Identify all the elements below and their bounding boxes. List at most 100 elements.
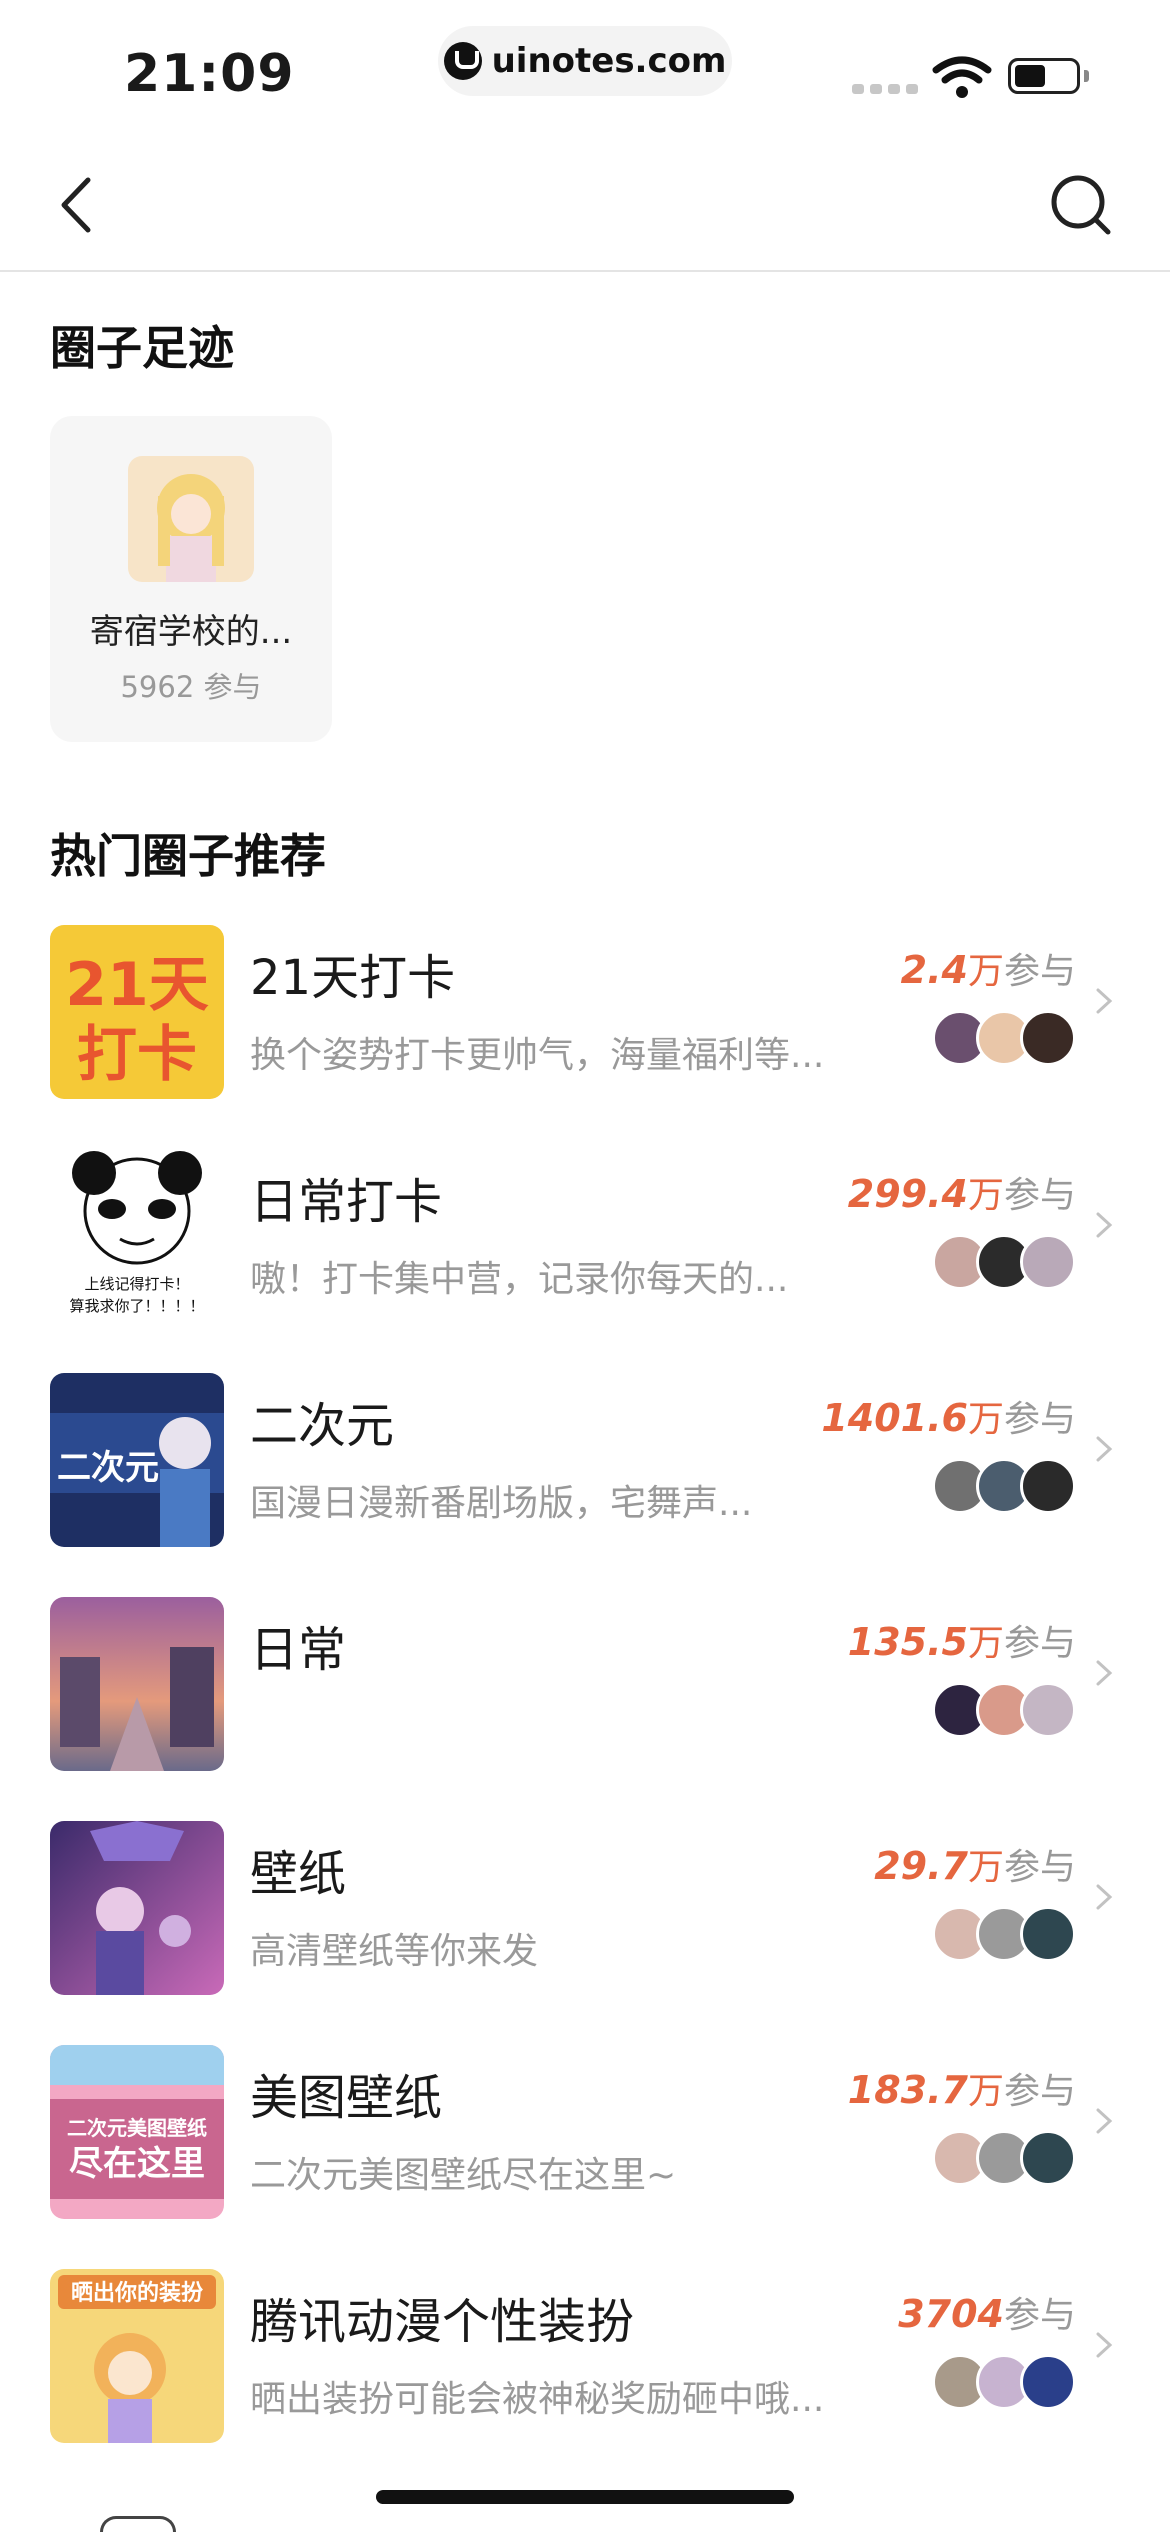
- circle-title: 21天打卡: [250, 950, 456, 1006]
- participant-count: 183.7万参与: [848, 2062, 1076, 2114]
- home-indicator: [376, 2490, 794, 2504]
- count-number: 1401.6: [821, 1396, 968, 1440]
- avatar: [1020, 1234, 1076, 1290]
- circle-title: 腾讯动漫个性装扮: [250, 2294, 635, 2350]
- count-number: 2.4: [900, 948, 968, 992]
- cellular-signal-icon: [852, 84, 918, 94]
- svg-text:尽在这里: 尽在这里: [69, 2144, 205, 2184]
- svg-text:上线记得打卡！: 上线记得打卡！: [84, 1275, 189, 1293]
- avatar: [1020, 2354, 1076, 2410]
- url-pill: uinotes.com: [438, 26, 732, 96]
- count-number: 183.7: [847, 2068, 968, 2112]
- count-suffix: 参与: [1003, 2071, 1076, 2112]
- footprint-name: 寄宿学校的...: [89, 612, 293, 652]
- circle-desc: 换个姿势打卡更帅气，海量福利等...: [250, 1035, 825, 1076]
- count-unit: 万: [967, 2071, 1004, 2112]
- circle-title: 日常: [250, 1622, 347, 1678]
- footprint-section-title: 圈子足迹: [50, 321, 234, 375]
- footprint-thumbnail: [128, 456, 254, 582]
- member-avatars: [932, 1010, 1076, 1070]
- status-time: 21:09: [124, 44, 295, 104]
- avatar: [1020, 1458, 1076, 1514]
- battery-icon: [1008, 58, 1080, 94]
- svg-text:算我求你了！！！！: 算我求你了！！！！: [69, 1297, 204, 1315]
- participant-count: 29.7万参与: [874, 1838, 1076, 1890]
- count-suffix: 参与: [1003, 2295, 1076, 2336]
- circle-desc: 二次元美图壁纸尽在这里~: [250, 2155, 677, 2196]
- circle-row[interactable]: 上线记得打卡！ 算我求你了！！！！ 日常打卡 嗷！打卡集中营，记录你每天的...…: [0, 1134, 1170, 1358]
- circle-thumbnail: 二次元: [50, 1373, 224, 1547]
- circle-desc: 高清壁纸等你来发: [250, 1931, 539, 1972]
- circle-thumbnail: [50, 1821, 224, 1995]
- chevron-right-icon: [1096, 2332, 1113, 2358]
- circle-desc: 晒出装扮可能会被神秘奖励砸中哦...: [250, 2379, 825, 2420]
- count-suffix: 参与: [1003, 1847, 1076, 1888]
- count-unit: 万: [967, 951, 1004, 992]
- count-suffix: 参与: [1003, 1623, 1076, 1664]
- circle-thumbnail: 21天 打卡: [50, 925, 224, 1099]
- participant-count: 1401.6万参与: [821, 1390, 1076, 1442]
- circle-thumbnail: [50, 1597, 224, 1771]
- count-suffix: 参与: [1003, 1175, 1076, 1216]
- svg-text:二次元: 二次元: [57, 1448, 159, 1488]
- circle-desc: 国漫日漫新番剧场版，宅舞声...: [250, 1483, 753, 1524]
- count-number: 299.4: [847, 1172, 968, 1216]
- circle-row[interactable]: 日常 135.5万参与: [0, 1582, 1170, 1806]
- participant-count: 299.4万参与: [848, 1166, 1076, 1218]
- avatar: [1020, 2130, 1076, 2186]
- circle-title: 二次元: [250, 1398, 395, 1454]
- count-number: 135.5: [847, 1620, 968, 1664]
- avatar: [1020, 1682, 1076, 1738]
- count-unit: 万: [967, 1623, 1004, 1664]
- count-unit: 万: [967, 1847, 1004, 1888]
- circle-row[interactable]: 二次元美图壁纸 尽在这里 美图壁纸 二次元美图壁纸尽在这里~ 183.7万参与: [0, 2030, 1170, 2254]
- count-unit: 万: [967, 1399, 1004, 1440]
- svg-text:二次元美图壁纸: 二次元美图壁纸: [67, 2116, 207, 2140]
- circle-row[interactable]: 晒出你的装扮 腾讯动漫个性装扮 晒出装扮可能会被神秘奖励砸中哦... 3704参…: [0, 2254, 1170, 2478]
- count-unit: 万: [967, 1175, 1004, 1216]
- battery-tip: [1084, 70, 1089, 82]
- avatar: [1020, 1010, 1076, 1066]
- circle-row[interactable]: 21天 打卡 21天打卡 换个姿势打卡更帅气，海量福利等... 2.4万参与: [0, 910, 1170, 1134]
- count-number: 29.7: [874, 1844, 968, 1888]
- circle-row[interactable]: 二次元 二次元 国漫日漫新番剧场版，宅舞声... 1401.6万参与: [0, 1358, 1170, 1582]
- chevron-right-icon: [1096, 2108, 1113, 2134]
- member-avatars: [932, 1682, 1076, 1742]
- footprint-count: 5962 参与: [120, 670, 262, 704]
- circle-thumbnail: 上线记得打卡！ 算我求你了！！！！: [50, 1149, 224, 1323]
- avatar: [1020, 1906, 1076, 1962]
- circle-title: 壁纸: [250, 1846, 347, 1902]
- chevron-right-icon: [1096, 1660, 1113, 1686]
- url-text: uinotes.com: [491, 41, 727, 81]
- circle-row[interactable]: 壁纸 高清壁纸等你来发 29.7万参与: [0, 1806, 1170, 2030]
- member-avatars: [932, 1458, 1076, 1518]
- nav-bar: [0, 140, 1170, 272]
- participant-count: 135.5万参与: [848, 1614, 1076, 1666]
- participant-count: 2.4万参与: [901, 942, 1076, 994]
- count-suffix: 参与: [1003, 951, 1076, 992]
- svg-text:打卡: 打卡: [77, 1020, 197, 1090]
- count-number: 3704: [898, 2292, 1004, 2336]
- circle-thumbnail: 晒出你的装扮: [50, 2269, 224, 2443]
- count-suffix: 参与: [1003, 1399, 1076, 1440]
- next-row-partial: [100, 2516, 176, 2532]
- circle-title: 日常打卡: [250, 1174, 443, 1230]
- chevron-right-icon: [1096, 1436, 1113, 1462]
- wifi-icon: [932, 56, 992, 98]
- circle-thumbnail: 二次元美图壁纸 尽在这里: [50, 2045, 224, 2219]
- chevron-right-icon: [1096, 988, 1113, 1014]
- back-arrow-icon[interactable]: [50, 170, 110, 240]
- footprint-card[interactable]: 寄宿学校的... 5962 参与: [50, 416, 332, 742]
- status-bar: 21:09 uinotes.com: [0, 0, 1170, 140]
- site-logo-icon: [443, 42, 482, 80]
- chevron-right-icon: [1096, 1212, 1113, 1238]
- svg-text:21天: 21天: [65, 950, 209, 1020]
- member-avatars: [932, 2130, 1076, 2190]
- svg-text:晒出你的装扮: 晒出你的装扮: [71, 2280, 203, 2306]
- search-icon[interactable]: [1046, 170, 1116, 240]
- chevron-right-icon: [1096, 1884, 1113, 1910]
- member-avatars: [932, 1906, 1076, 1966]
- member-avatars: [932, 2354, 1076, 2414]
- hot-section-title: 热门圈子推荐: [50, 829, 326, 883]
- participant-count: 3704参与: [898, 2286, 1076, 2338]
